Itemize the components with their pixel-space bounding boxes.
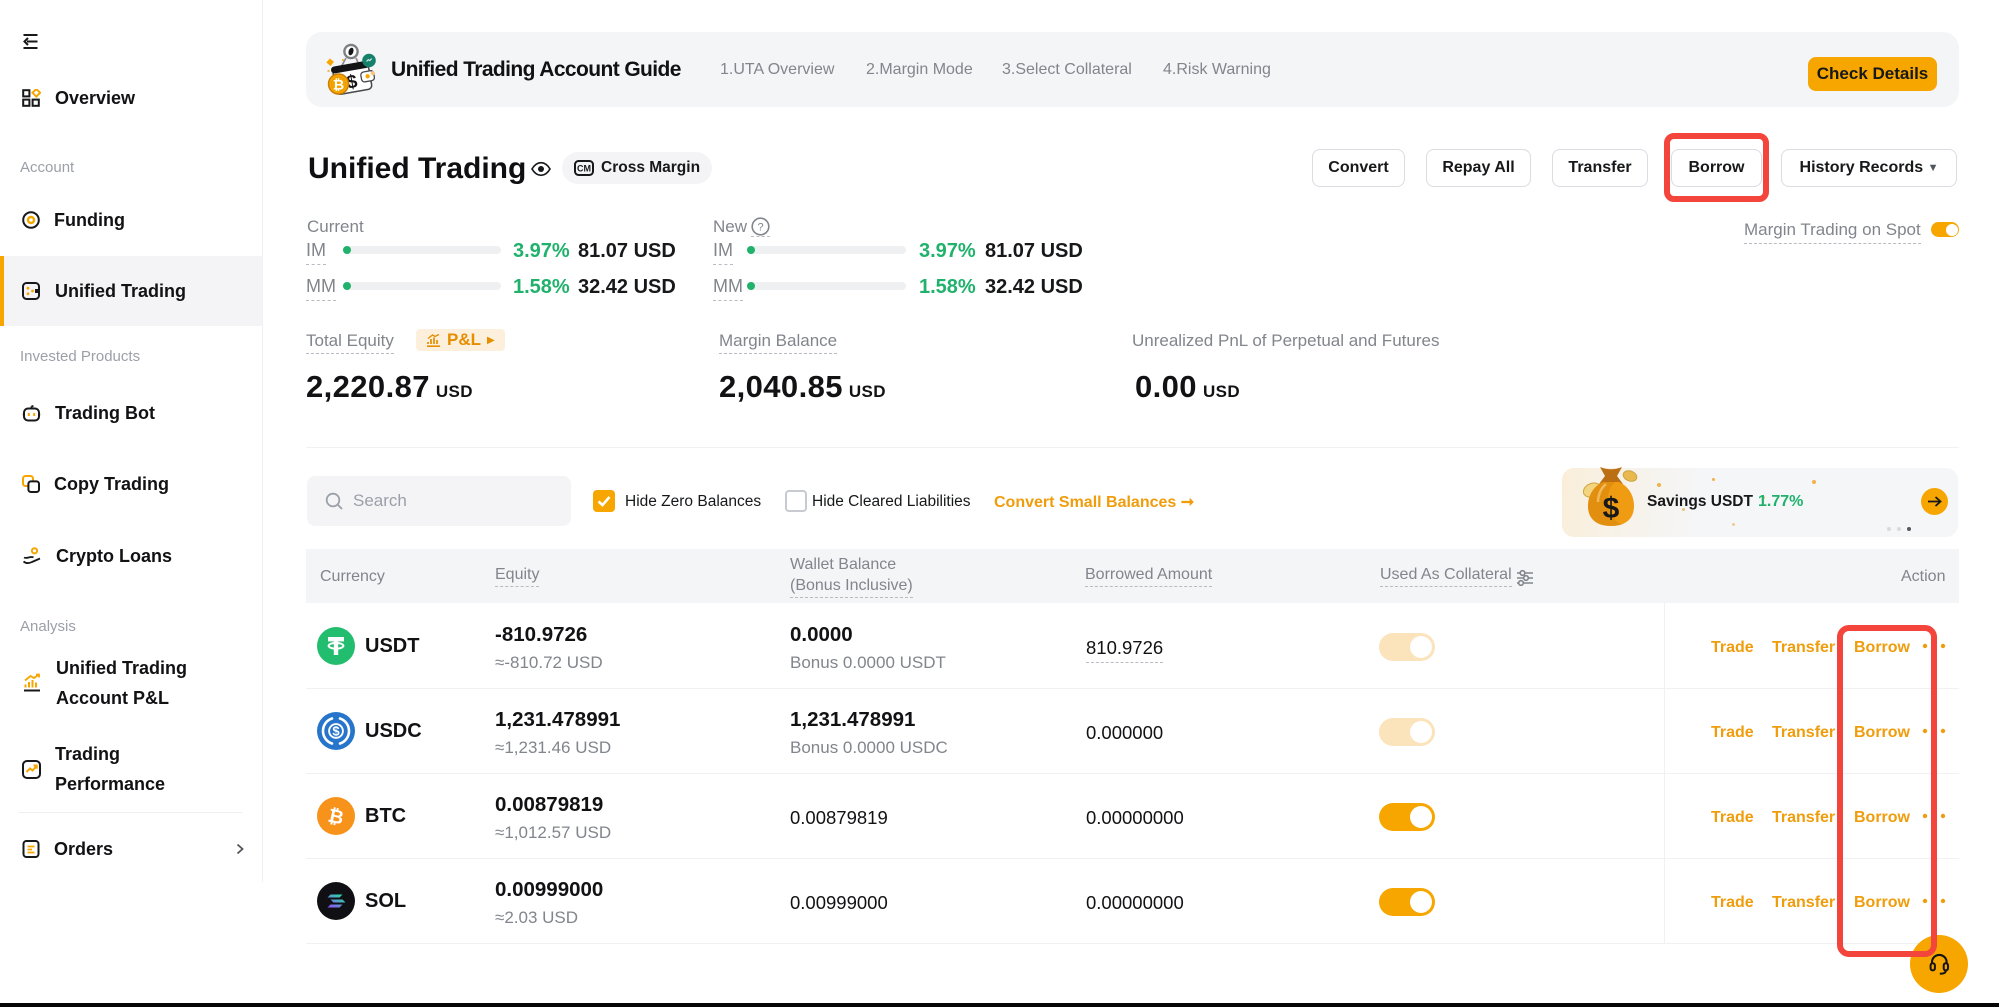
svg-text:₿: ₿	[333, 77, 344, 93]
svg-text:?: ?	[757, 222, 763, 234]
svg-text:₿: ₿	[326, 806, 346, 830]
svg-text:$: $	[1603, 492, 1620, 525]
svg-text:CM: CM	[577, 164, 591, 174]
svg-text:$: $	[332, 724, 340, 739]
